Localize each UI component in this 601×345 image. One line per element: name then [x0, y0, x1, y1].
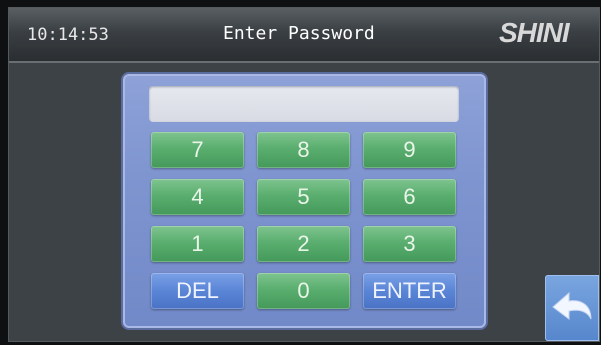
keypad-panel: 7 8 9 4 5 6 1 2 3 DEL 0 ENTER [123, 74, 486, 328]
undo-arrow-icon [552, 291, 592, 320]
clock: 10:14:53 [27, 25, 109, 45]
key-3[interactable]: 3 [363, 226, 456, 262]
key-0[interactable]: 0 [257, 273, 350, 309]
key-6[interactable]: 6 [363, 179, 456, 215]
shini-logo: SHINI [499, 17, 570, 48]
page-title: Enter Password [223, 23, 375, 44]
back-button[interactable] [545, 275, 599, 341]
key-5[interactable]: 5 [257, 179, 350, 215]
hmi-screen: 10:14:53 Enter Password SHINI 7 8 9 4 5 … [8, 7, 600, 342]
enter-button[interactable]: ENTER [363, 273, 456, 309]
key-9[interactable]: 9 [363, 132, 456, 168]
key-2[interactable]: 2 [257, 226, 350, 262]
key-4[interactable]: 4 [151, 179, 244, 215]
key-8[interactable]: 8 [257, 132, 350, 168]
header-bar: 10:14:53 Enter Password SHINI [9, 8, 599, 63]
password-input[interactable] [149, 86, 459, 122]
delete-button[interactable]: DEL [151, 273, 244, 309]
key-1[interactable]: 1 [151, 226, 244, 262]
key-7[interactable]: 7 [151, 132, 244, 168]
logo-text: SHINI [499, 17, 570, 48]
